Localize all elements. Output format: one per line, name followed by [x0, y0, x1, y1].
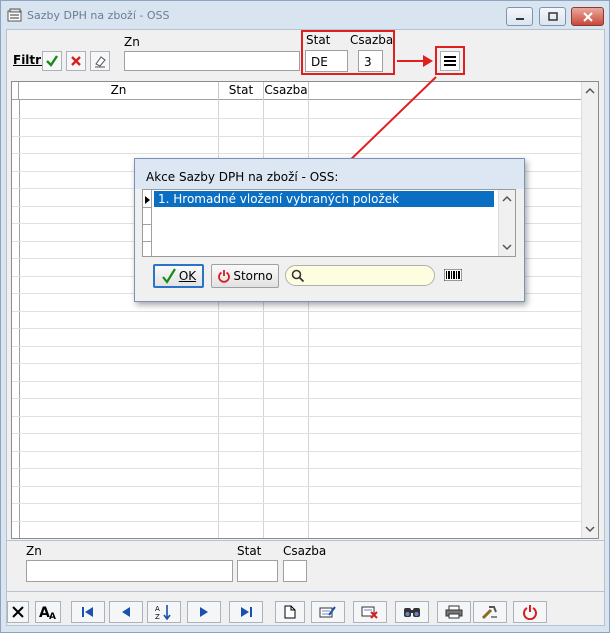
check-icon — [161, 268, 176, 284]
stat-detail-input[interactable] — [237, 560, 278, 582]
list-item[interactable]: 1. Hromadné vložení vybraných položek — [153, 190, 498, 208]
sort-az-icon: AZ — [155, 605, 171, 620]
stat-detail-label: Stat — [237, 544, 262, 558]
list-indicator-column — [143, 190, 152, 256]
binoculars-icon — [404, 608, 420, 617]
csazba-detail-input[interactable] — [283, 560, 307, 582]
list-indicator-divider — [143, 224, 152, 225]
previous-record-button[interactable] — [109, 601, 143, 623]
main-window: Sazby DPH na zboží - OSS Filtr: Zn Stat … — [0, 0, 610, 633]
first-record-icon — [82, 607, 93, 617]
delete-record-icon — [361, 606, 378, 619]
next-record-button[interactable] — [187, 601, 221, 623]
storno-button[interactable]: Storno — [211, 264, 279, 288]
tools-icon — [481, 606, 497, 620]
ok-label: OK — [178, 269, 197, 283]
ok-button[interactable]: OK — [153, 264, 204, 288]
power-icon — [218, 270, 231, 283]
printer-icon — [445, 605, 463, 619]
annotation-arrow-down — [342, 76, 437, 168]
scroll-down-icon — [502, 244, 512, 251]
search-records-button[interactable] — [395, 601, 429, 623]
list-indicator-divider — [143, 241, 152, 242]
delete-record-button[interactable] — [353, 601, 387, 623]
storno-label: Storno — [233, 269, 273, 283]
svg-text:A: A — [155, 605, 160, 613]
new-record-button[interactable] — [275, 601, 305, 623]
svg-text:Z: Z — [155, 613, 160, 620]
scroll-up-icon — [502, 195, 512, 202]
sort-button[interactable]: AZ — [147, 601, 181, 623]
dialog-title: Akce Sazby DPH na zboží - OSS: — [146, 170, 339, 184]
list-scrollbar[interactable] — [498, 190, 515, 256]
current-row-pointer-icon — [145, 196, 150, 204]
svg-text:A: A — [49, 612, 56, 620]
font-icon: AA — [39, 605, 56, 620]
tools-button[interactable] — [473, 601, 507, 623]
last-record-icon — [241, 607, 252, 617]
last-record-button[interactable] — [229, 601, 263, 623]
dialog-search-input[interactable] — [285, 265, 435, 286]
previous-icon — [122, 607, 130, 617]
actions-dialog: Akce Sazby DPH na zboží - OSS: 1. Hromad… — [134, 158, 525, 302]
edit-record-button[interactable] — [311, 601, 345, 623]
list-indicator-divider — [143, 207, 152, 208]
close-icon — [12, 606, 24, 618]
annotation-arrowhead-right — [423, 55, 433, 67]
zn-detail-input[interactable] — [26, 560, 233, 582]
font-settings-button[interactable]: AA — [35, 601, 61, 623]
actions-list[interactable]: 1. Hromadné vložení vybraných položek — [142, 189, 516, 257]
next-icon — [200, 607, 208, 617]
delete-button[interactable] — [7, 601, 29, 623]
edit-icon — [319, 606, 336, 618]
power-icon — [523, 605, 537, 620]
first-record-button[interactable] — [71, 601, 105, 623]
search-icon — [291, 269, 305, 283]
dialog-title-bar: Akce Sazby DPH na zboží - OSS: — [135, 159, 524, 189]
close-form-button[interactable] — [513, 601, 547, 623]
zn-detail-label: Zn — [26, 544, 42, 558]
new-document-icon — [284, 605, 296, 619]
csazba-detail-label: Csazba — [283, 544, 327, 558]
barcode-icon[interactable] — [444, 269, 462, 281]
print-button[interactable] — [437, 601, 471, 623]
